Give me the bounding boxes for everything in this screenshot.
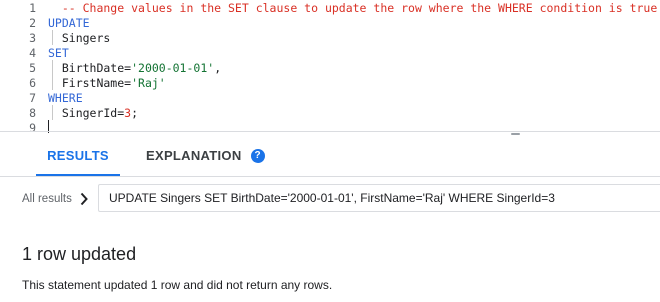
code-line: 1 -- Change values in the SET clause to … — [0, 1, 660, 16]
code-line: 4 SET — [0, 46, 660, 61]
help-icon[interactable]: ? — [250, 148, 265, 163]
code-text: SET — [48, 46, 69, 61]
code-text: FirstName='Raj' — [48, 76, 166, 91]
line-number: 8 — [29, 106, 36, 120]
code-token: ; — [131, 106, 139, 120]
code-token: FirstName= — [48, 76, 132, 90]
sql-editor[interactable]: 1 -- Change values in the SET clause to … — [0, 0, 660, 135]
code-token: SET — [48, 46, 69, 60]
code-text: -- Change values in the SET clause to up… — [48, 1, 660, 16]
code-token: BirthDate= — [48, 61, 132, 75]
tab-explanation-label: EXPLANATION — [146, 148, 242, 163]
line-number: 3 — [29, 31, 36, 45]
code-text: UPDATE — [48, 16, 90, 31]
code-token: , — [214, 61, 222, 75]
code-token: -- Change values in the SET clause to up… — [48, 1, 660, 15]
code-line: 7 WHERE — [0, 91, 660, 106]
line-number: 1 — [29, 1, 36, 15]
code-text: BirthDate='2000-01-01', — [48, 61, 221, 76]
code-token: 'Raj' — [131, 76, 166, 90]
tab-results-label: RESULTS — [47, 148, 109, 163]
line-number: 4 — [29, 46, 36, 60]
code-line: 9 — [0, 121, 660, 136]
code-token: '2000-01-01' — [131, 61, 215, 75]
code-token: Singers — [48, 31, 111, 45]
code-token: SingerId= — [48, 106, 125, 120]
code-line: 5 BirthDate='2000-01-01', — [0, 61, 660, 76]
line-number: 7 — [29, 91, 36, 105]
code-text: SingerId=3; — [48, 106, 138, 121]
result-title: 1 row updated — [22, 244, 137, 264]
code-text: Singers — [48, 31, 110, 46]
code-line: 6 FirstName='Raj' — [0, 76, 660, 91]
code-token: WHERE — [48, 91, 83, 105]
breadcrumb: All results UPDATE Singers SET BirthDate… — [0, 184, 660, 214]
line-number: 2 — [29, 16, 36, 30]
code-text: WHERE — [48, 91, 83, 106]
chevron-right-icon[interactable] — [74, 189, 94, 209]
code-line: 8 SingerId=3; — [0, 106, 660, 121]
breadcrumb-query: UPDATE Singers SET BirthDate='2000-01-01… — [109, 191, 555, 205]
tabs-divider — [0, 176, 660, 177]
breadcrumb-query-box: UPDATE Singers SET BirthDate='2000-01-01… — [98, 184, 660, 212]
editor-divider — [0, 131, 660, 132]
code-line: 3 Singers — [0, 31, 660, 46]
results-tabs: RESULTS EXPLANATION ? — [0, 135, 660, 176]
code-line: 2 UPDATE — [0, 16, 660, 31]
line-number: 5 — [29, 61, 36, 75]
line-number: 9 — [29, 121, 36, 135]
breadcrumb-all-results[interactable]: All results — [22, 184, 72, 214]
tab-results[interactable]: RESULTS — [36, 135, 120, 176]
tab-explanation[interactable]: EXPLANATION ? — [146, 135, 265, 176]
result-description: This statement updated 1 row and did not… — [22, 278, 333, 292]
line-number: 6 — [29, 76, 36, 90]
code-token: UPDATE — [48, 16, 90, 30]
